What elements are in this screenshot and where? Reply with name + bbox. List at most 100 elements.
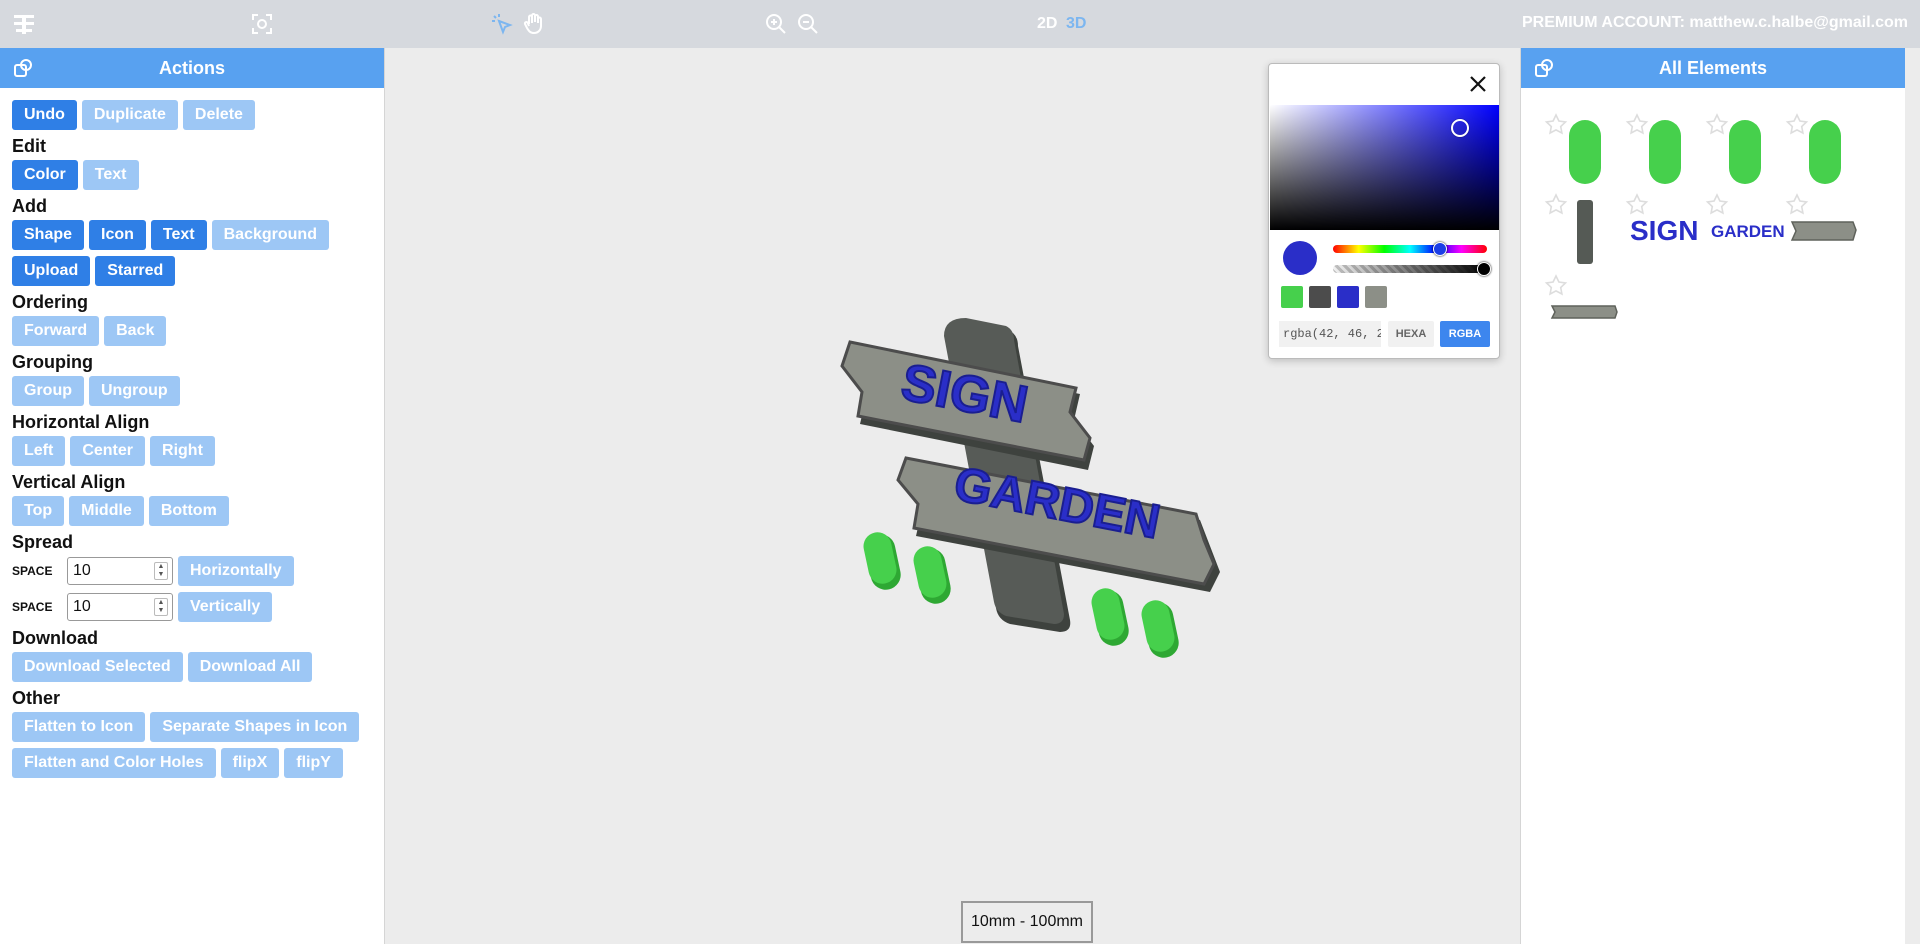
actions-panel: Actions Undo Duplicate Delete Edit Color…	[0, 48, 385, 944]
element-thumb-green-pill	[1809, 120, 1841, 184]
flatten-to-icon-button[interactable]: Flatten to Icon	[12, 712, 146, 742]
panel-toggle-icon[interactable]	[1533, 57, 1555, 79]
element-thumb-dark-post	[1577, 200, 1593, 264]
star-icon	[1544, 274, 1568, 296]
actions-panel-header: Actions	[0, 48, 384, 88]
element-thumb-green-pill	[1729, 120, 1761, 184]
undo-button[interactable]: Undo	[12, 100, 77, 130]
elements-grid: SIGN GARDEN	[1544, 113, 1857, 319]
ordering-section-label: Ordering	[12, 292, 89, 312]
color-value-input[interactable]: rgba(42, 46, 2	[1279, 321, 1381, 347]
download-selected-button[interactable]: Download Selected	[12, 652, 183, 682]
flipy-button[interactable]: flipY	[284, 748, 343, 778]
element-thumb-green-pill	[1569, 120, 1601, 184]
stepper-arrows-icon[interactable]: ▲ ▼	[154, 562, 168, 580]
group-button[interactable]: Group	[12, 376, 84, 406]
space-horizontal-value: 10	[73, 562, 91, 579]
star-icon	[1625, 113, 1649, 135]
saturation-handle[interactable]	[1451, 119, 1469, 137]
forward-button[interactable]: Forward	[12, 316, 100, 346]
align-right-button[interactable]: Right	[150, 436, 215, 466]
add-icon-button[interactable]: Icon	[89, 220, 146, 250]
align-middle-button[interactable]: Middle	[69, 496, 144, 526]
download-all-button[interactable]: Download All	[187, 652, 313, 682]
actions-panel-title: Actions	[158, 57, 225, 78]
flatten-color-holes-button[interactable]: Flatten and Color Holes	[12, 748, 216, 778]
spread-vertically-button[interactable]: Vertically	[178, 592, 273, 622]
download-section-label: Download	[12, 628, 98, 648]
align-left-button[interactable]: Left	[12, 436, 66, 466]
elements-panel-header: All Elements	[1521, 48, 1905, 88]
preset-swatch-gray[interactable]	[1365, 286, 1387, 308]
elements-panel-title: All Elements	[1658, 57, 1768, 78]
alpha-slider-knob[interactable]	[1477, 262, 1491, 276]
element-thumb-green-pill	[1649, 120, 1681, 184]
edit-text-button[interactable]: Text	[82, 160, 139, 190]
back-button[interactable]: Back	[104, 316, 167, 346]
align-bottom-button[interactable]: Bottom	[148, 496, 229, 526]
space-label-vertical: SPACE	[12, 600, 53, 614]
starred-button[interactable]: Starred	[95, 256, 176, 286]
zoom-out-icon[interactable]	[794, 10, 822, 38]
hue-slider[interactable]	[1333, 242, 1487, 256]
current-color-swatch	[1283, 241, 1317, 275]
element-thumb-gray-plank	[1790, 221, 1857, 241]
rgba-format-button[interactable]: RGBA	[1440, 321, 1490, 347]
mode-3d-toggle[interactable]: 3D	[1066, 15, 1086, 33]
vertical-align-section-label: Vertical Align	[12, 472, 126, 492]
other-section-label: Other	[12, 688, 61, 708]
grouping-section-label: Grouping	[12, 352, 93, 372]
stepper-arrows-icon[interactable]: ▲ ▼	[154, 598, 168, 616]
align-top-button[interactable]: Top	[12, 496, 65, 526]
horizontal-align-section-label: Horizontal Align	[12, 412, 150, 432]
delete-button[interactable]: Delete	[182, 100, 255, 130]
color-picker-popover: rgba(42, 46, 2 HEXA RGBA	[1268, 63, 1500, 359]
star-icon	[1705, 193, 1729, 215]
edit-section-label: Edit	[12, 136, 46, 156]
star-icon	[1705, 113, 1729, 135]
star-icon	[1625, 193, 1649, 215]
fit-view-icon[interactable]	[248, 10, 276, 38]
size-range-label: 10mm - 100mm	[961, 901, 1093, 943]
add-shape-button[interactable]: Shape	[12, 220, 85, 250]
ungroup-button[interactable]: Ungroup	[89, 376, 180, 406]
align-center-button[interactable]: Center	[70, 436, 146, 466]
flipx-button[interactable]: flipX	[220, 748, 280, 778]
hue-slider-knob[interactable]	[1433, 242, 1447, 256]
top-toolbar: 2D 3D PREMIUM ACCOUNT: matthew.c.halbe@g…	[0, 0, 1920, 48]
add-section-label: Add	[12, 196, 47, 216]
element-thumb-garden-text[interactable]: GARDEN	[1711, 222, 1785, 241]
star-icon	[1544, 193, 1568, 215]
add-background-button[interactable]: Background	[211, 220, 329, 250]
edit-color-button[interactable]: Color	[12, 160, 78, 190]
hexa-format-button[interactable]: HEXA	[1388, 321, 1434, 347]
preset-swatches	[1281, 286, 1387, 308]
alpha-slider[interactable]	[1333, 262, 1491, 276]
element-thumb-sign-text[interactable]: SIGN	[1630, 215, 1698, 246]
logo-icon[interactable]	[10, 10, 38, 38]
star-icon	[1785, 113, 1809, 135]
pan-hand-icon[interactable]	[520, 10, 548, 38]
space-horizontal-input[interactable]: 10 ▲ ▼	[67, 557, 173, 585]
preset-swatch-dark-gray[interactable]	[1309, 286, 1331, 308]
preset-swatch-green[interactable]	[1281, 286, 1303, 308]
separate-shapes-button[interactable]: Separate Shapes in Icon	[150, 712, 360, 742]
duplicate-button[interactable]: Duplicate	[81, 100, 178, 130]
panel-toggle-icon[interactable]	[12, 57, 34, 79]
close-icon[interactable]	[1467, 73, 1489, 95]
spread-section-label: Spread	[12, 532, 74, 552]
preset-swatch-blue[interactable]	[1337, 286, 1359, 308]
add-text-button[interactable]: Text	[150, 220, 207, 250]
spread-horizontally-button[interactable]: Horizontally	[178, 556, 294, 586]
select-cursor-icon[interactable]	[488, 10, 516, 38]
zoom-in-icon[interactable]	[762, 10, 790, 38]
mode-2d-toggle[interactable]: 2D	[1037, 15, 1057, 33]
space-vertical-value: 10	[73, 598, 91, 615]
saturation-area[interactable]	[1270, 105, 1499, 230]
upload-button[interactable]: Upload	[12, 256, 91, 286]
star-icon	[1785, 193, 1809, 215]
element-thumb-gray-plank	[1550, 305, 1618, 319]
space-label-horizontal: SPACE	[12, 564, 53, 578]
star-icon	[1544, 113, 1568, 135]
space-vertical-input[interactable]: 10 ▲ ▼	[67, 593, 173, 621]
